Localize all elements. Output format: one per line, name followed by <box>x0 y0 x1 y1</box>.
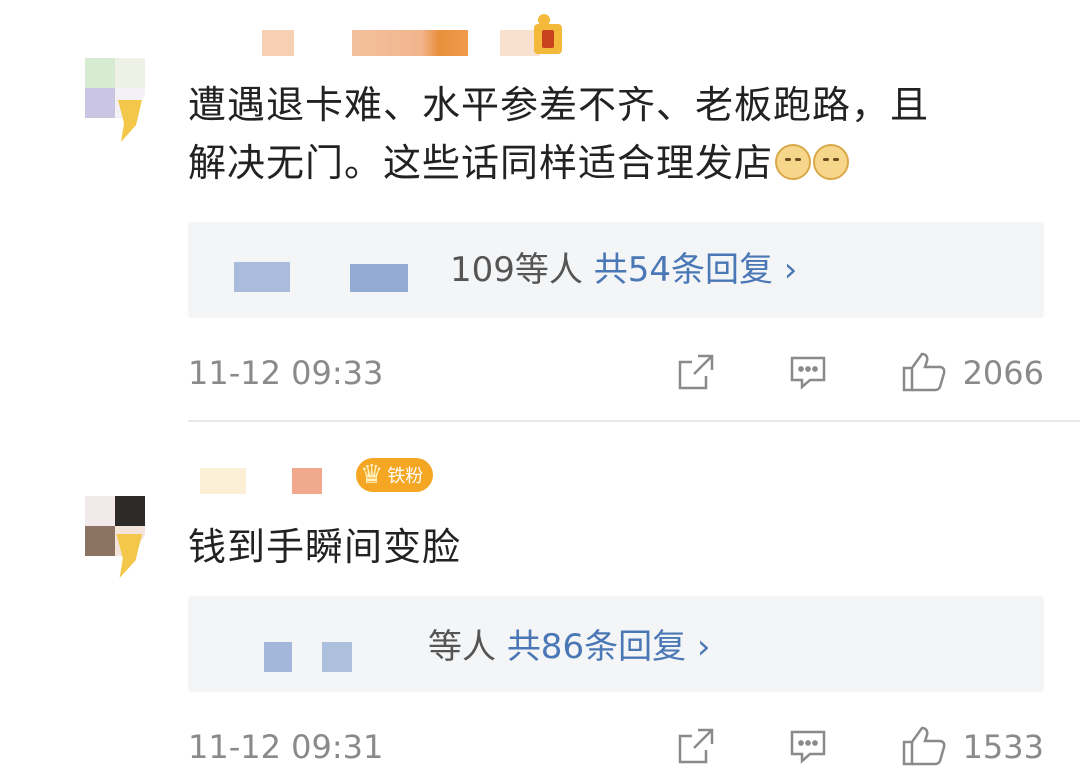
share-icon[interactable] <box>676 352 716 392</box>
like-count: 2066 <box>962 354 1044 392</box>
username-blurred[interactable] <box>262 30 294 56</box>
doge-emoji-icon <box>813 144 850 180</box>
reply-preview[interactable]: 等人 共86条回复 › <box>188 596 1044 692</box>
comment-text-line1: 钱到手瞬间变脸 <box>188 525 462 569</box>
replier-name-blurred <box>350 264 408 292</box>
chevron-right-icon[interactable]: › <box>697 627 711 667</box>
comment-text-line1: 遭遇退卡难、水平参差不齐、老板跑路，且 <box>188 83 930 127</box>
comment-footer: 11-12 09:31 1533 <box>188 722 1044 772</box>
reply-count-link[interactable]: 共86条回复 <box>507 627 686 667</box>
comment-text: 钱到手瞬间变脸 <box>188 518 1058 576</box>
username-blurred[interactable] <box>200 468 246 494</box>
share-icon[interactable] <box>676 726 716 766</box>
like-icon[interactable] <box>900 724 948 768</box>
replier-name-blurred <box>264 642 292 672</box>
reply-participants: 等人 <box>428 627 496 667</box>
comment-text: 遭遇退卡难、水平参差不齐、老板跑路，且 解决无门。这些话同样适合理发店 <box>188 76 1058 192</box>
username-blurred[interactable] <box>292 468 322 494</box>
reply-count-link[interactable]: 共54条回复 <box>594 250 773 290</box>
comment-icon[interactable] <box>788 352 828 392</box>
comment-text-line2: 解决无门。这些话同样适合理发店 <box>188 141 774 185</box>
comment-footer: 11-12 09:33 2066 <box>188 348 1044 398</box>
replier-name-blurred <box>322 642 352 672</box>
fan-badge: ♛ 铁粉 <box>356 458 434 492</box>
replier-name-blurred <box>234 262 290 292</box>
comment-item: ♛ 铁粉 钱到手瞬间变脸 等人 共86条回复 › 11-12 09:31 153… <box>0 420 1080 781</box>
like-icon[interactable] <box>900 350 948 394</box>
chevron-right-icon[interactable]: › <box>784 250 798 290</box>
crown-icon: ♛ <box>360 460 384 490</box>
timestamp: 11-12 09:33 <box>188 354 384 392</box>
like-count: 1533 <box>962 728 1044 766</box>
crown-icon <box>534 14 562 54</box>
username-blurred[interactable] <box>352 30 468 56</box>
doge-emoji-icon <box>775 144 812 180</box>
comment-item: 遭遇退卡难、水平参差不齐、老板跑路，且 解决无门。这些话同样适合理发店 109等… <box>0 0 1080 420</box>
timestamp: 11-12 09:31 <box>188 728 384 766</box>
fan-badge-label: 铁粉 <box>387 466 424 487</box>
comment-icon[interactable] <box>788 726 828 766</box>
reply-participants: 109等人 <box>450 250 583 290</box>
reply-preview[interactable]: 109等人 共54条回复 › <box>188 222 1044 318</box>
